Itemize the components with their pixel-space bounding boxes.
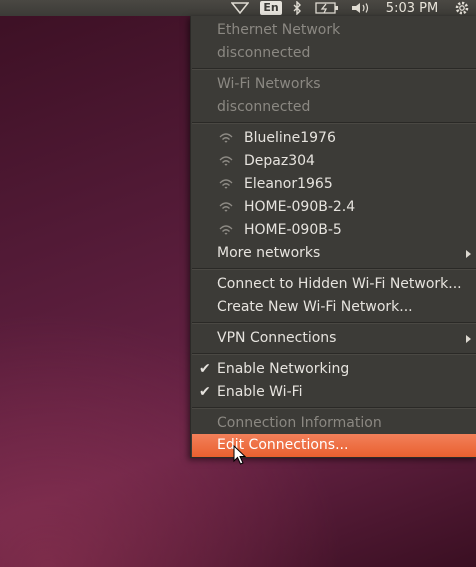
- connection-information-item: Connection Information: [217, 415, 382, 431]
- wifi-network-item[interactable]: HOME-090B-2.4: [191, 196, 476, 219]
- enable-wifi-toggle[interactable]: ✔ Enable Wi-Fi: [191, 381, 476, 404]
- volume-icon[interactable]: [349, 0, 373, 16]
- battery-icon[interactable]: [313, 0, 341, 16]
- keyboard-layout-label: En: [260, 1, 282, 15]
- enable-networking-toggle[interactable]: ✔ Enable Networking: [191, 358, 476, 381]
- connect-hidden-wifi-item[interactable]: Connect to Hidden Wi-Fi Network...: [191, 273, 476, 296]
- submenu-arrow-icon: [466, 250, 471, 258]
- bluetooth-icon[interactable]: [289, 0, 305, 16]
- wifi-signal-icon: [219, 156, 233, 166]
- submenu-arrow-icon: [466, 335, 471, 343]
- separator: [192, 353, 476, 355]
- check-icon: ✔: [199, 361, 211, 377]
- wifi-network-item[interactable]: Blueline1976: [191, 127, 476, 150]
- vpn-connections-submenu[interactable]: VPN Connections: [191, 327, 476, 350]
- more-networks-submenu[interactable]: More networks: [191, 242, 476, 265]
- wifi-signal-icon: [219, 202, 233, 212]
- gear-icon[interactable]: [452, 0, 472, 16]
- wifi-network-item[interactable]: Eleanor1965: [191, 173, 476, 196]
- top-panel: En 5:03 PM: [0, 0, 476, 16]
- network-icon[interactable]: [229, 0, 251, 16]
- network-menu: Ethernet Network disconnected Wi-Fi Netw…: [190, 16, 476, 458]
- clock[interactable]: 5:03 PM: [380, 0, 444, 16]
- check-icon: ✔: [199, 384, 211, 400]
- separator: [192, 407, 476, 409]
- ethernet-status: disconnected: [217, 45, 311, 61]
- wifi-signal-icon: [219, 179, 233, 189]
- wifi-signal-icon: [219, 133, 233, 143]
- separator: [192, 122, 476, 124]
- separator: [192, 68, 476, 70]
- wifi-network-item[interactable]: HOME-090B-5: [191, 219, 476, 242]
- create-new-wifi-item[interactable]: Create New Wi-Fi Network...: [191, 296, 476, 319]
- wifi-status: disconnected: [217, 99, 311, 115]
- ethernet-network-header: Ethernet Network: [217, 22, 341, 38]
- clock-label: 5:03 PM: [385, 0, 439, 16]
- wifi-signal-icon: [219, 225, 233, 235]
- separator: [192, 322, 476, 324]
- mouse-pointer-icon: [233, 445, 247, 465]
- wifi-network-item[interactable]: Depaz304: [191, 150, 476, 173]
- wifi-networks-header: Wi-Fi Networks: [217, 76, 321, 92]
- separator: [192, 268, 476, 270]
- keyboard-layout-indicator[interactable]: En: [260, 0, 282, 16]
